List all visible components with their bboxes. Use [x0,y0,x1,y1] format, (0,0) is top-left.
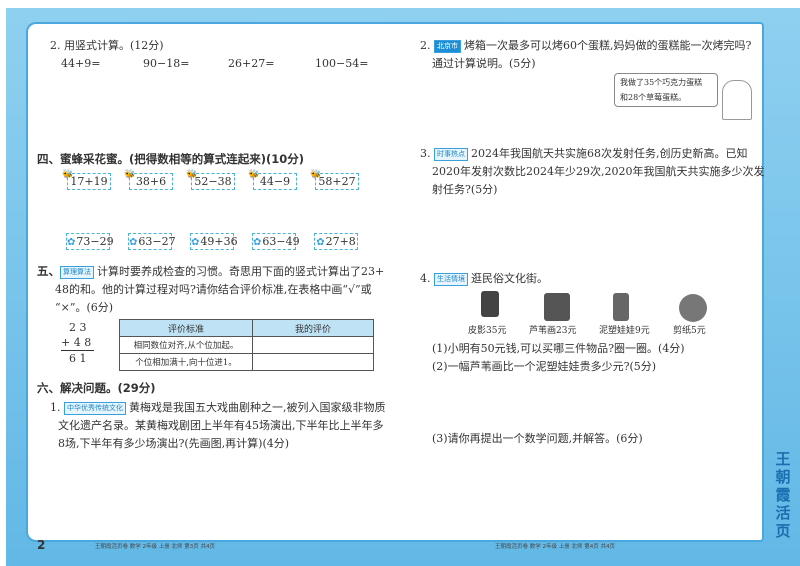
q4-sub3: (3)请你再提出一个数学问题,并解答。(6分) [432,432,643,445]
section-tag: 算理算法 [60,266,94,279]
s6-q1-line1: 1. 中华优秀传统文化 黄梅戏是我国五大戏曲剧种之一,被列入国家级非物质 [50,401,386,415]
r-q3-line1: 3. 时事热点 2024年我国航天共实施68次发射任务,创历史新高。已知 [420,147,748,161]
bee-icon: 🐝 [186,170,198,180]
flower-card[interactable]: ✿49+36 [190,233,238,250]
flower-icon: ✿ [67,237,76,248]
calc-item: 44+9= [61,57,101,70]
r-q4-title: 4. 生活情境 逛民俗文化街。 [420,272,548,286]
speech-bubble: 我做了35个巧克力蛋糕 和28个草莓蛋糕。 [614,73,718,107]
shadow-puppet-image [481,291,499,317]
section5-line3: “×”。(6分) [55,301,114,314]
q2-title: 2. 用竖式计算。(12分) [50,39,164,52]
bee-icon: 🐝 [124,170,136,180]
calc-item: 90−18= [143,57,190,70]
page-number: 2 [37,538,46,552]
brand-logo: 王朝霞活页 [775,450,791,540]
r-q3-line3: 射任务?(5分) [432,183,498,196]
flower-card[interactable]: ✿63−27 [128,233,176,250]
evaluation-table: 评价标准 我的评价 相同数位对齐,从个位加起。 个位相加满十,向十位进1。 [119,319,374,371]
r-q2-line1: 2. 北京市 烤箱一次最多可以烤60个蛋糕,妈妈做的蛋糕能一次烤完吗? [420,39,752,53]
flower-icon: ✿ [191,237,200,248]
q4-sub2: (2)一幅芦苇画比一个泥塑娃娃贵多少元?(5分) [432,360,657,373]
footer-left: 王朝霞活页卷 数学 2年级 上册 北师 第3页 共4页 [95,544,215,550]
bee-card[interactable]: 🐝 58+27 [310,170,359,190]
flower-card[interactable]: ✿27+8 [314,233,358,250]
vertical-calc-top: 2 3 [69,321,87,334]
calc-item: 100−54= [315,57,369,70]
section-tag: 生活情境 [434,273,468,286]
section4-title: 四、蜜蜂采花蜜。(把得数相等的算式连起来)(10分) [37,152,305,166]
bee-card[interactable]: 🐝 52−38 [186,170,235,190]
flower-icon: ✿ [129,237,138,248]
flower-card[interactable]: ✿63−49 [252,233,300,250]
bee-card[interactable]: 🐝 44−9 [248,170,297,190]
section5-line2: 48的和。他的计算过程对吗?请你结合评价标准,在表格中画“√”或 [55,283,372,296]
footer-right: 王朝霞活页卷 数学 2年级 上册 北师 第4页 共4页 [495,544,615,550]
clay-doll-image [613,293,629,321]
region-tag: 北京市 [434,40,461,53]
bee-icon: 🐝 [310,170,322,180]
girl-baking-illustration [722,80,752,120]
section6-title: 六、解决问题。(29分) [37,381,156,395]
section5-line1: 五、 算理算法 计算时要养成检查的习惯。奇思用下面的竖式计算出了23+ [37,264,385,279]
flower-icon: ✿ [253,237,262,248]
reed-painting-image [544,293,570,321]
section-tag: 时事热点 [434,148,468,161]
r-q3-line2: 2020年发射次数比2024年少29次,2020年我国航天共实施多少次发 [432,165,765,178]
flower-icon: ✿ [316,237,325,248]
paper-cut-image [679,294,707,322]
s6-q1-line3: 8场,下半年有多少场演出?(先画图,再计算)(4分) [58,437,290,450]
q4-sub1: (1)小明有50元钱,可以买哪三件物品?圈一圈。(4分) [432,342,685,355]
calc-item: 26+27= [228,57,275,70]
bee-card[interactable]: 🐝 17+19 [62,170,111,190]
bee-icon: 🐝 [62,170,74,180]
section-tag: 中华优秀传统文化 [64,402,126,415]
bee-icon: 🐝 [248,170,260,180]
vertical-calc-result: 6 1 [69,352,87,365]
bee-card[interactable]: 🐝 38+6 [124,170,173,190]
s6-q1-line2: 文化遗产名录。某黄梅戏剧团上半年有45场演出,下半年比上半年多 [58,419,384,432]
evaluation-cell[interactable] [252,353,374,371]
flower-card[interactable]: ✿73−29 [66,233,114,250]
evaluation-cell[interactable] [252,336,374,354]
r-q2-line2: 通过计算说明。(5分) [432,57,536,70]
vertical-calc-add: + 4 8 [61,336,95,351]
